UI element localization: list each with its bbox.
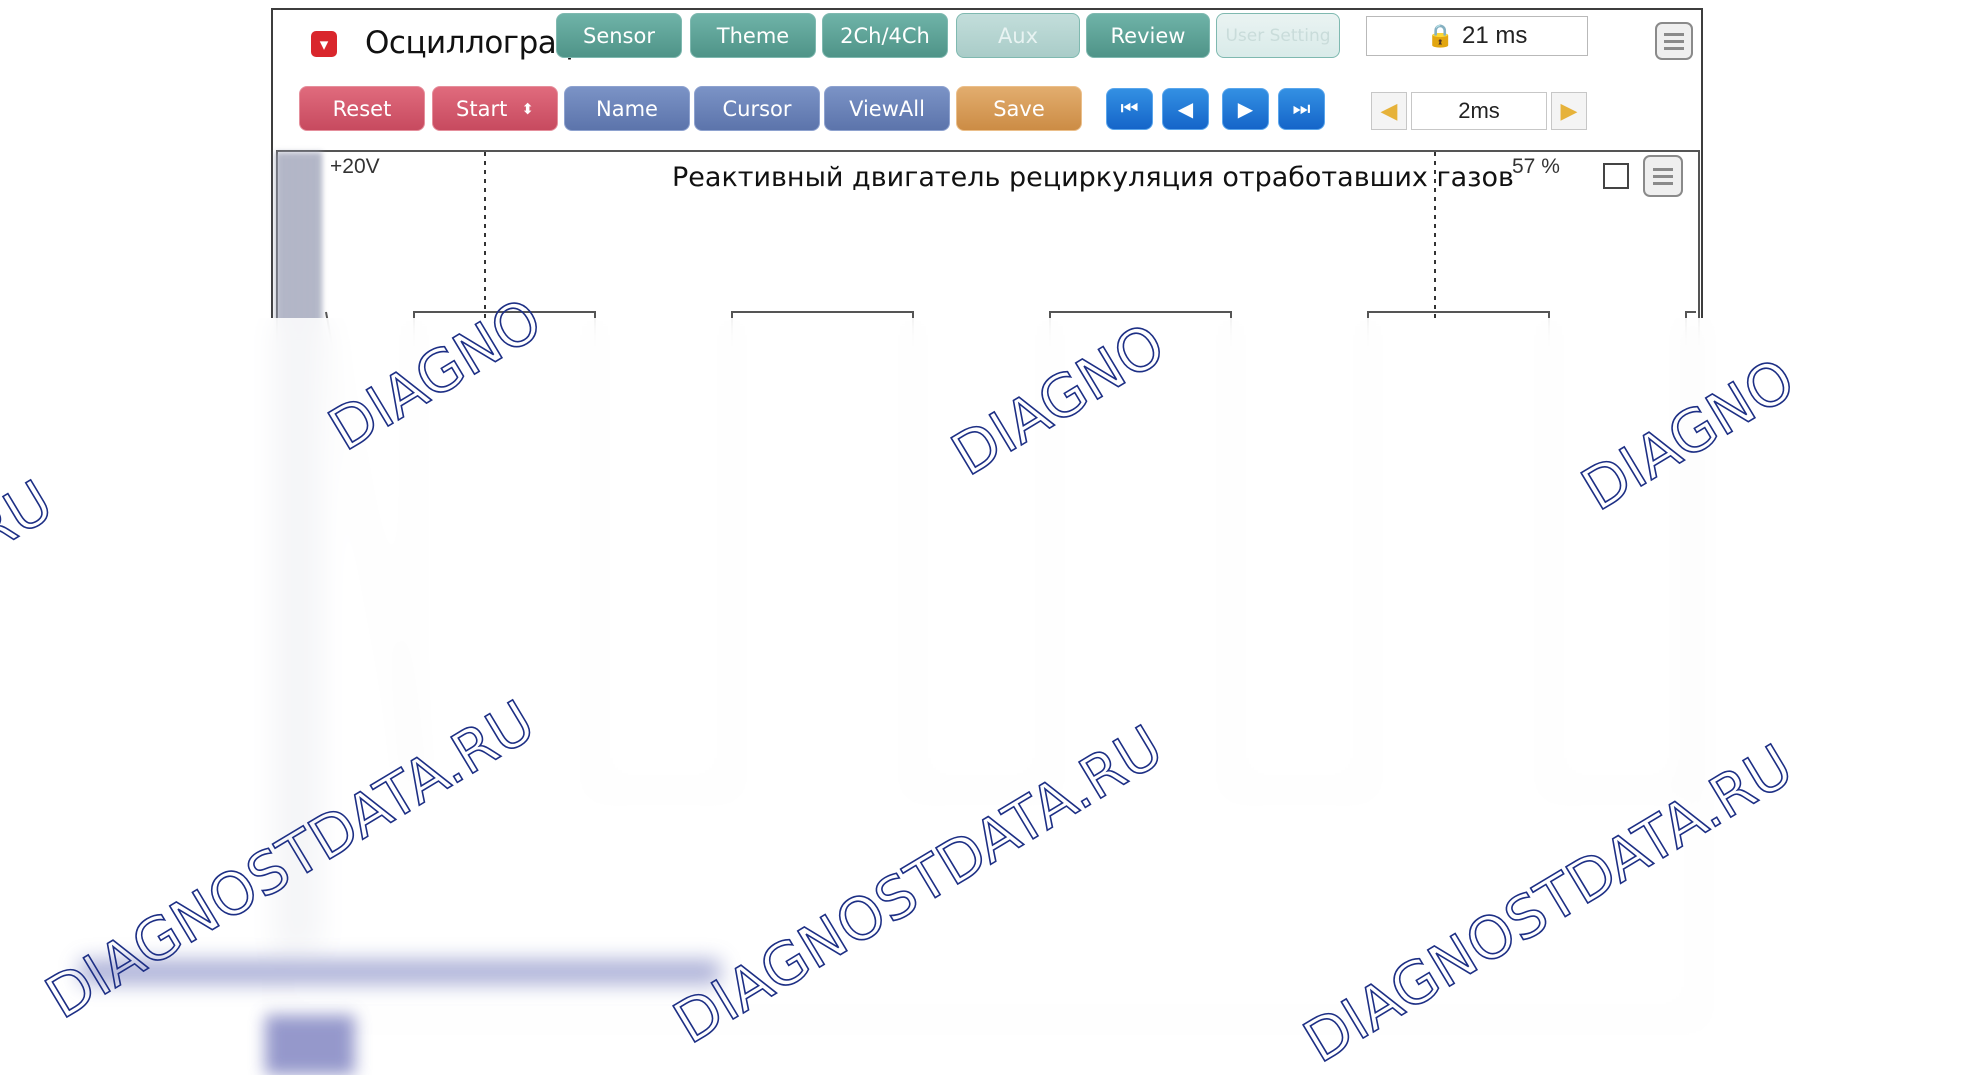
- time-readout: 🔒 21 ms: [1366, 16, 1588, 56]
- cursor-button[interactable]: Cursor: [694, 86, 820, 131]
- arrow-left-icon: ◀: [1380, 98, 1398, 123]
- view-all-button[interactable]: ViewAll: [824, 86, 950, 131]
- play-forward-icon: ▶: [1237, 98, 1254, 121]
- next-frame-button[interactable]: ▶: [1222, 88, 1269, 130]
- dropdown-icon[interactable]: ▾: [311, 31, 337, 57]
- blurred-overlay: [0, 318, 1980, 1064]
- window-title: Осциллограф: [365, 25, 583, 61]
- blurred-control: [265, 1015, 355, 1075]
- tab-aux[interactable]: Aux: [956, 13, 1080, 58]
- tab-user-setting[interactable]: User Setting: [1216, 13, 1340, 58]
- time-step-decrease-button[interactable]: ◀: [1371, 92, 1407, 130]
- last-frame-button[interactable]: ⏭: [1278, 88, 1325, 130]
- arrow-right-icon: ▶: [1560, 98, 1578, 123]
- tab-2ch-4ch[interactable]: 2Ch/4Ch: [822, 13, 948, 58]
- channel-checkbox[interactable]: [1603, 163, 1629, 189]
- scale-label: +20V: [330, 155, 380, 178]
- play-back-icon: ◀: [1177, 98, 1194, 121]
- reset-button[interactable]: Reset: [299, 86, 425, 131]
- tab-theme[interactable]: Theme: [690, 13, 816, 58]
- start-button-label: Start: [456, 96, 508, 121]
- first-frame-button[interactable]: ⏮: [1106, 88, 1153, 130]
- time-step-value: 2ms: [1411, 92, 1547, 130]
- lock-icon: 🔒: [1426, 23, 1455, 48]
- time-step-increase-button[interactable]: ▶: [1551, 92, 1587, 130]
- duty-percent: 57 %: [1512, 155, 1560, 178]
- start-button[interactable]: Start ⬍: [432, 86, 558, 131]
- channel-title: Реактивный двигатель рециркуляция отрабо…: [672, 162, 1514, 193]
- skip-forward-icon: ⏭: [1292, 97, 1311, 120]
- updown-arrows-icon: ⬍: [521, 99, 534, 118]
- save-button[interactable]: Save: [956, 86, 1082, 131]
- tab-sensor[interactable]: Sensor: [556, 13, 682, 58]
- previous-frame-button[interactable]: ◀: [1162, 88, 1209, 130]
- time-readout-value: 21 ms: [1462, 22, 1528, 49]
- window-menu-button[interactable]: [1655, 22, 1693, 60]
- blurred-status-bar: [80, 960, 720, 984]
- tab-review[interactable]: Review: [1086, 13, 1210, 58]
- name-button[interactable]: Name: [564, 86, 690, 131]
- channel-menu-button[interactable]: [1643, 155, 1683, 197]
- skip-back-icon: ⏮: [1120, 97, 1139, 120]
